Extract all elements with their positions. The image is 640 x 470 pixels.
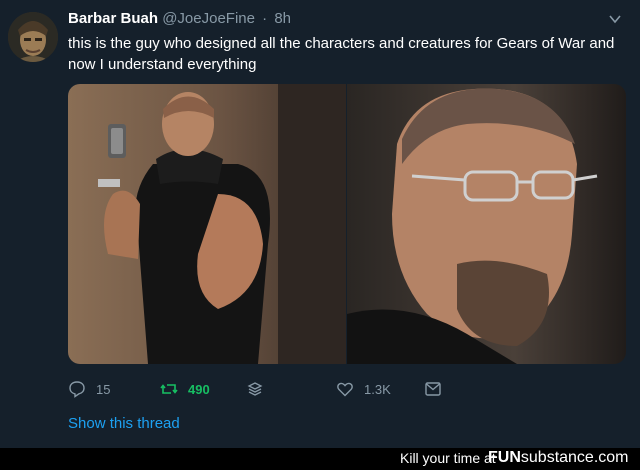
tweet-card: Barbar Buah @JoeJoeFine · 8h this is the…	[0, 0, 640, 448]
retweet-count: 490	[188, 381, 210, 397]
separator-dot: ·	[262, 10, 268, 27]
stack-icon	[247, 382, 263, 396]
watermark-bar: Kill your time at FUNsubstance.com	[0, 448, 640, 470]
watermark-brand-substance: substance	[520, 449, 594, 466]
share-icon	[425, 382, 441, 396]
like-icon	[337, 382, 353, 397]
show-thread-link[interactable]: Show this thread	[68, 415, 180, 432]
tweet-photo-right[interactable]	[347, 84, 626, 364]
watermark-caption: Kill your time at	[400, 450, 496, 466]
reply-count: 15	[96, 381, 111, 397]
timestamp[interactable]: 8h	[274, 10, 291, 27]
user-handle[interactable]: @JoeJoeFine	[162, 10, 255, 27]
tweet-photo-left[interactable]	[68, 84, 346, 364]
like-button[interactable]: 1.3K	[336, 380, 391, 398]
retweet-button[interactable]: 490	[160, 380, 210, 398]
tweet-actions: 15 490 1.3K	[68, 380, 568, 402]
share-button[interactable]	[424, 380, 452, 398]
watermark-logo: FUNsubstance.com	[488, 449, 629, 467]
reply-button[interactable]: 15	[68, 380, 110, 398]
display-name[interactable]: Barbar Buah	[68, 10, 158, 27]
tweet-text: this is the guy who designed all the cha…	[68, 35, 615, 73]
tweet-header: Barbar Buah @JoeJoeFine · 8h	[68, 10, 291, 27]
watermark-brand-tld: .com	[593, 449, 629, 466]
retweet-icon	[160, 384, 178, 394]
avatar[interactable]	[8, 12, 58, 62]
caret-down-icon[interactable]	[608, 12, 622, 26]
watermark-brand-fun: FUN	[488, 449, 521, 466]
reply-icon	[69, 381, 85, 398]
stack-button[interactable]	[246, 380, 274, 398]
avatar-image	[8, 12, 58, 62]
like-count: 1.3K	[364, 381, 391, 397]
